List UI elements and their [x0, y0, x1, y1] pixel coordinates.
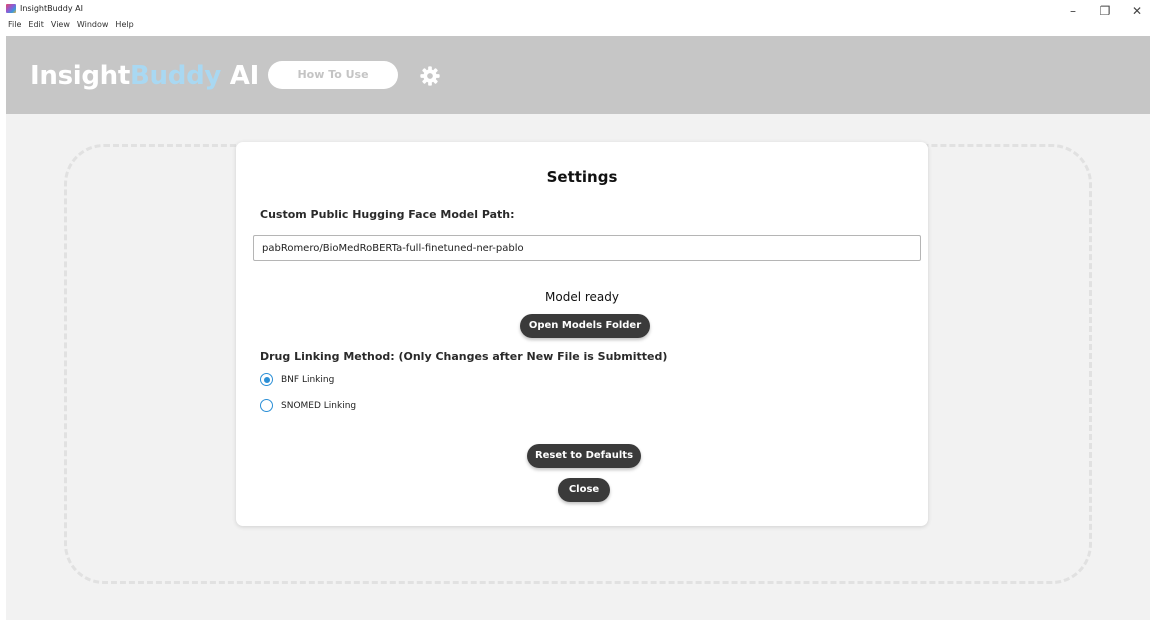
main-area: Settings Custom Public Hugging Face Mode… — [6, 114, 1150, 620]
window-title-row: InsightBuddy AI — [6, 4, 83, 13]
window-controls: – ❐ ✕ — [1066, 4, 1144, 18]
settings-title: Settings — [546, 168, 618, 186]
menu-edit[interactable]: Edit — [28, 20, 44, 29]
model-path-label: Custom Public Hugging Face Model Path: — [260, 208, 515, 221]
how-to-use-button[interactable]: How To Use — [268, 61, 398, 89]
model-path-input[interactable] — [253, 235, 921, 261]
gear-icon[interactable] — [419, 65, 441, 87]
title-bar: InsightBuddy AI File Edit View Window He… — [0, 0, 1150, 36]
brand-buddy: Buddy — [130, 61, 222, 91]
drug-linking-label: Drug Linking Method: (Only Changes after… — [260, 350, 668, 363]
minimize-icon[interactable]: – — [1066, 4, 1080, 18]
menu-window[interactable]: Window — [77, 20, 109, 29]
close-window-icon[interactable]: ✕ — [1130, 4, 1144, 18]
app-header: InsightBuddy AI How To Use — [6, 36, 1150, 114]
radio-snomed[interactable] — [260, 399, 273, 412]
model-status: Model ready — [545, 290, 619, 304]
menu-help[interactable]: Help — [115, 20, 133, 29]
app-icon — [6, 4, 16, 13]
radio-option-bnf[interactable]: BNF Linking — [260, 373, 334, 386]
window-title: InsightBuddy AI — [20, 4, 83, 13]
brand-logo: InsightBuddy AI — [30, 61, 259, 91]
menu-file[interactable]: File — [8, 20, 21, 29]
radio-option-snomed[interactable]: SNOMED Linking — [260, 399, 356, 412]
brand-insight: Insight — [30, 61, 131, 91]
close-button[interactable]: Close — [558, 478, 610, 502]
menu-view[interactable]: View — [51, 20, 70, 29]
restore-icon[interactable]: ❐ — [1098, 4, 1112, 18]
brand-ai: AI — [229, 61, 260, 91]
radio-bnf[interactable] — [260, 373, 273, 386]
radio-snomed-label: SNOMED Linking — [281, 400, 357, 411]
radio-bnf-label: BNF Linking — [281, 374, 335, 385]
open-models-folder-button[interactable]: Open Models Folder — [520, 314, 650, 338]
settings-dialog: Settings Custom Public Hugging Face Mode… — [236, 142, 928, 526]
menu-bar: File Edit View Window Help — [8, 20, 134, 29]
reset-defaults-button[interactable]: Reset to Defaults — [527, 444, 641, 468]
